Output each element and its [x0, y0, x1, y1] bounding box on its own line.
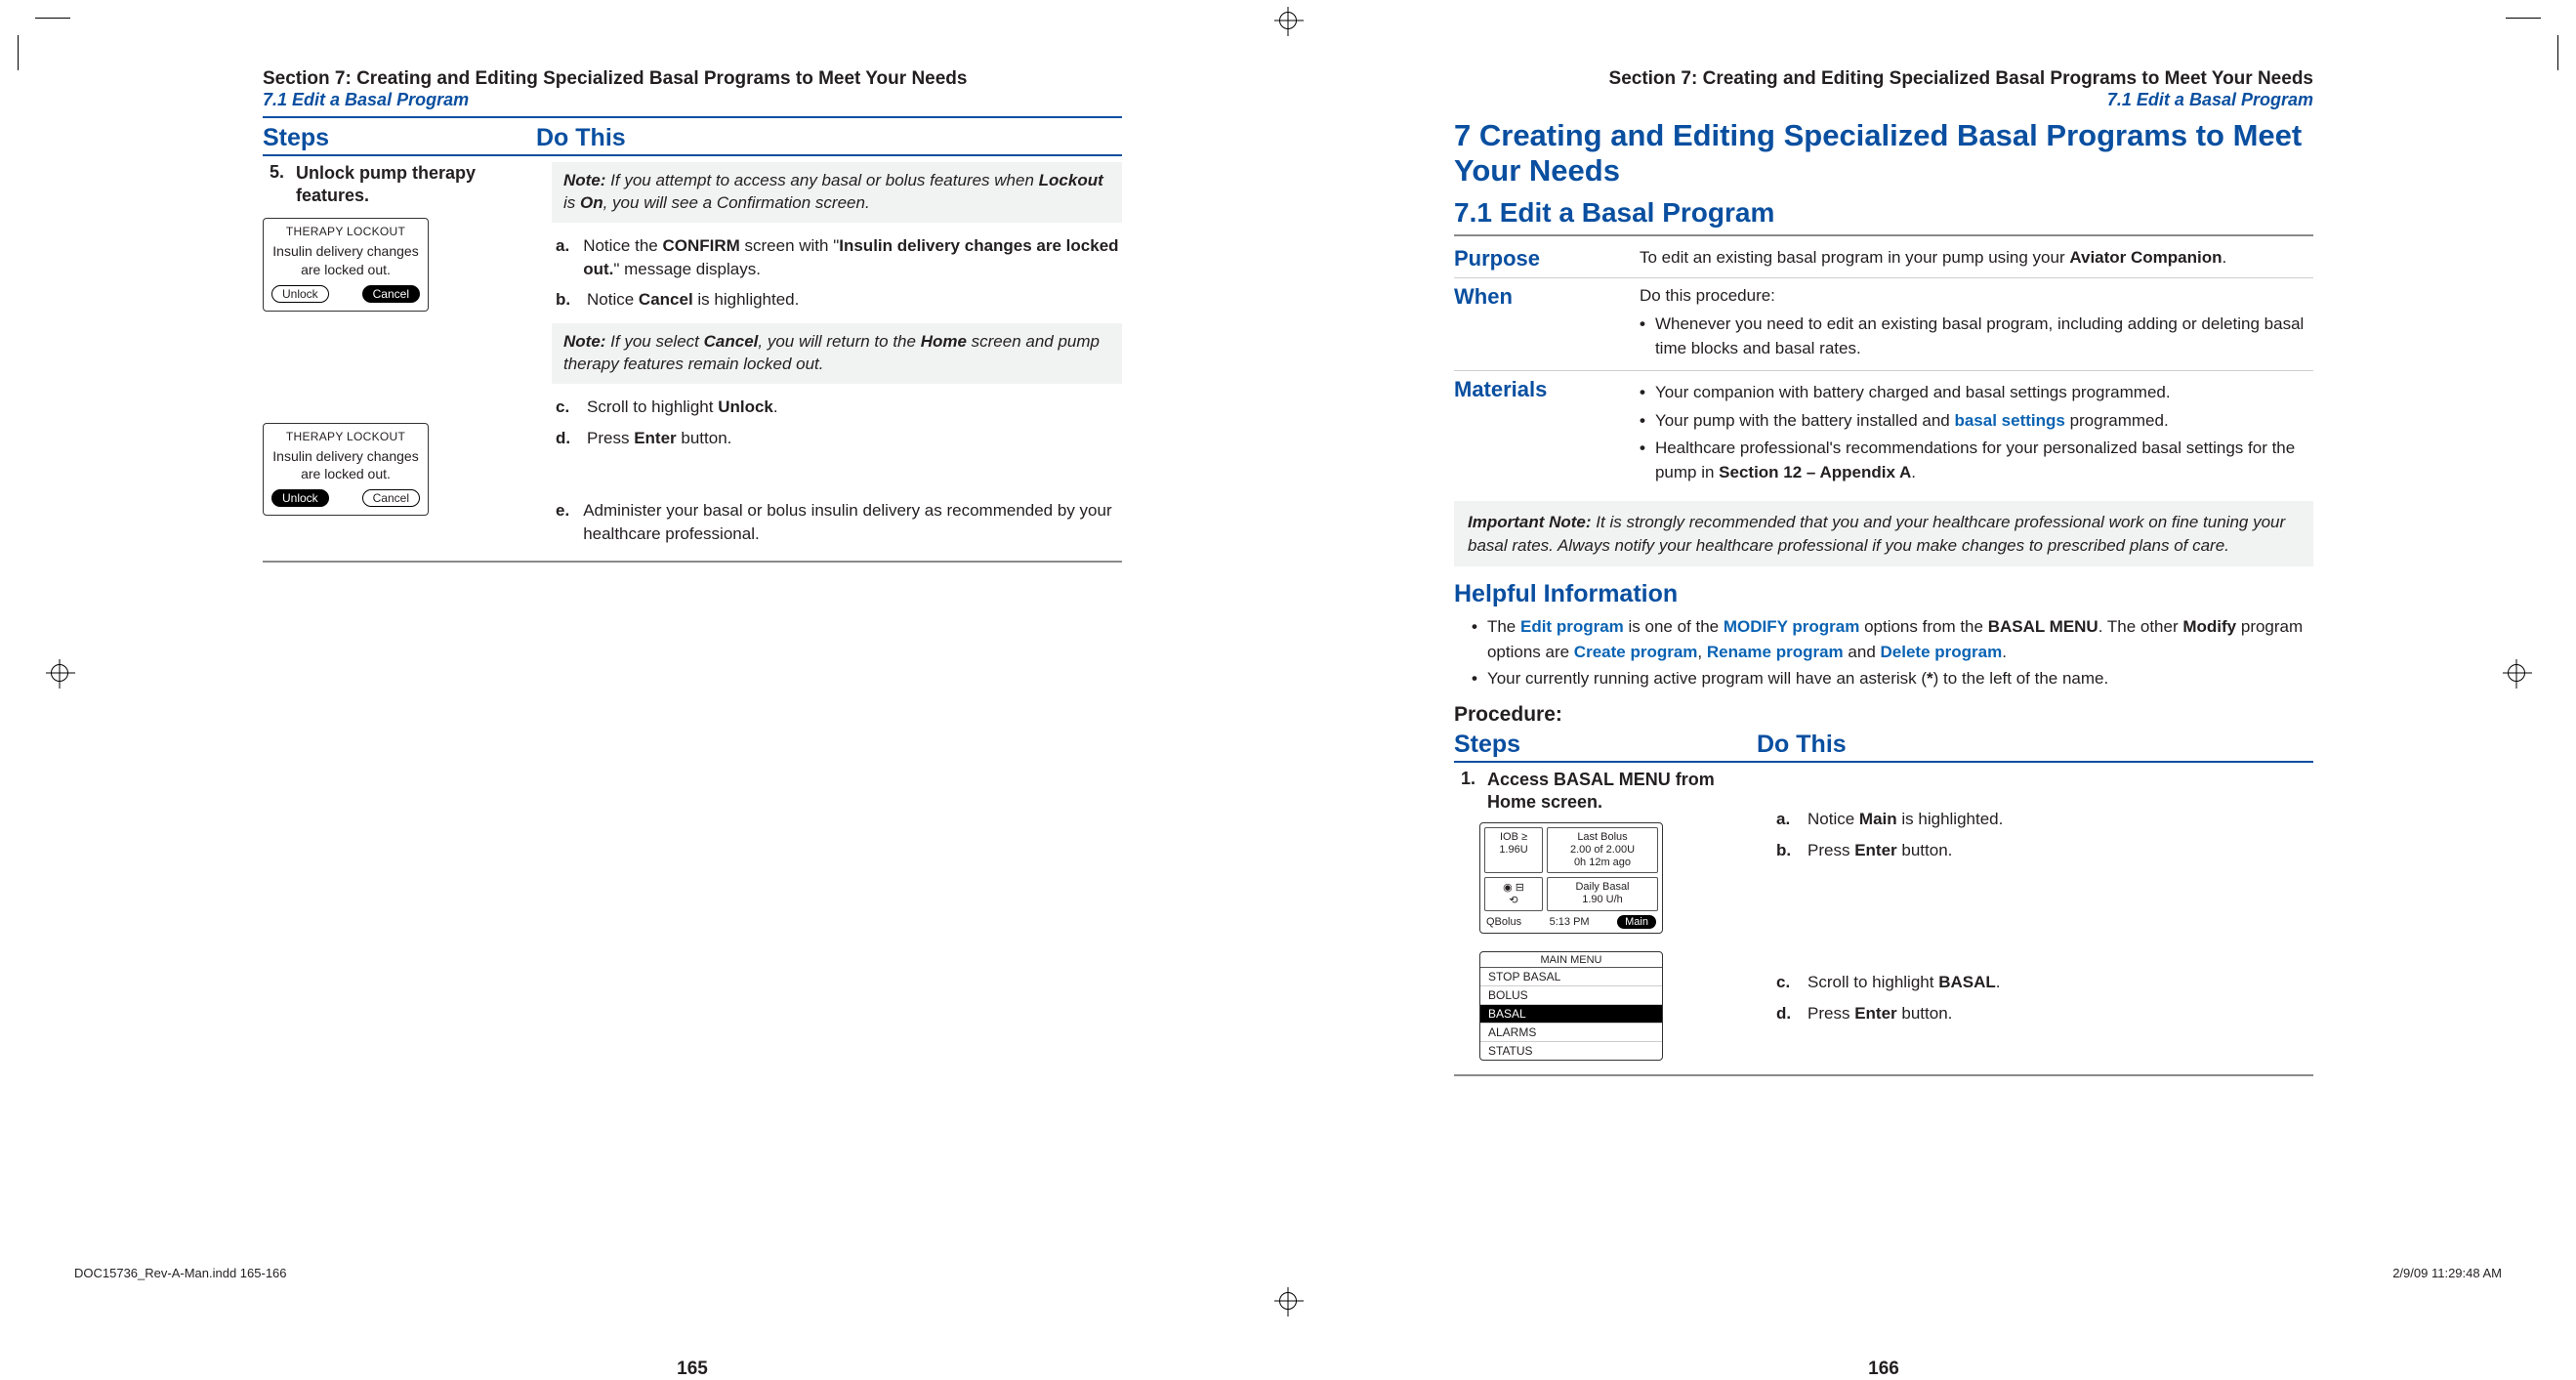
crop-mark [35, 18, 70, 19]
substep-b: b. Notice Cancel is highlighted. [556, 288, 1122, 312]
screen-title: THERAPY LOCKOUT [271, 225, 420, 238]
substep-e: e. Administer your basal or bolus insuli… [556, 499, 1122, 546]
helpful-info-heading: Helpful Information [1454, 580, 2313, 608]
substep-d: d. Press Enter button. [1776, 1002, 2313, 1025]
time-label: 5:13 PM [1550, 916, 1590, 928]
procedure-heading: Procedure: [1454, 703, 2313, 727]
page-166: Section 7: Creating and Editing Speciali… [1356, 68, 2411, 1331]
purpose-row: Purpose To edit an existing basal progra… [1454, 240, 2313, 278]
note-label: Note: [563, 332, 605, 351]
substep-d: d. Press Enter button. [556, 427, 1122, 450]
device-screen-lockout-cancel: THERAPY LOCKOUT Insulin delivery changes… [263, 218, 429, 312]
substep-list: a. Notice the CONFIRM screen with "Insul… [552, 234, 1122, 312]
crop-mark [2557, 35, 2558, 70]
substep-a: a. Notice Main is highlighted. [1776, 808, 2313, 831]
substep-list-ab: a. Notice Main is highlighted. b. Press … [1772, 808, 2313, 862]
section-header: Section 7: Creating and Editing Speciali… [263, 68, 1122, 90]
rule [263, 561, 1122, 563]
materials-value: Your companion with battery charged and … [1640, 377, 2313, 489]
substep-c: c. Scroll to highlight BASAL. [1776, 971, 2313, 994]
when-value: Do this procedure: Whenever you need to … [1640, 284, 2313, 364]
materials-bullet-2: Your pump with the battery installed and… [1640, 409, 2313, 434]
qbolus-label: QBolus [1486, 916, 1521, 928]
crop-mark [2506, 18, 2541, 19]
helpful-item-2: Your currently running active program wi… [1472, 666, 2313, 691]
screen-body: Insulin delivery changes are locked out. [271, 242, 420, 279]
cancel-button: Cancel [362, 285, 420, 303]
registration-mark-right [2508, 664, 2525, 682]
when-row: When Do this procedure: Whenever you nee… [1454, 278, 2313, 371]
note-label: Note: [563, 171, 605, 189]
substep-a: a. Notice the CONFIRM screen with "Insul… [556, 234, 1122, 281]
menu-item-basal: BASAL [1480, 1005, 1662, 1024]
rule [1454, 761, 2313, 763]
substep-b: b. Press Enter button. [1776, 839, 2313, 862]
crop-mark [18, 35, 19, 70]
steps-column-header: Steps [263, 124, 536, 152]
materials-label: Materials [1454, 377, 1640, 489]
steps-column-header: Steps [1454, 731, 1520, 758]
when-label: When [1454, 284, 1640, 364]
purpose-label: Purpose [1454, 246, 1640, 272]
unlock-button: Unlock [271, 285, 329, 303]
page-165: Section 7: Creating and Editing Speciali… [165, 68, 1220, 1331]
info-table: Purpose To edit an existing basal progra… [1454, 240, 2313, 494]
helpful-info-list: The Edit program is one of the MODIFY pr… [1454, 614, 2313, 691]
step-title: Access BASAL MENU from Home screen. [1487, 769, 1727, 815]
materials-bullet-1: Your companion with battery charged and … [1640, 381, 2313, 405]
dothis-column-header: Do This [536, 124, 1122, 152]
rule [1454, 234, 2313, 236]
important-note-label: Important Note: [1468, 513, 1592, 531]
page-number: 165 [165, 1359, 1220, 1380]
spread: Section 7: Creating and Editing Speciali… [0, 0, 2576, 1331]
rule [263, 154, 1122, 156]
materials-bullet-3: Healthcare professional's recommendation… [1640, 437, 2313, 484]
dothis-column-header: Do This [1757, 731, 1847, 758]
note-box-2: Note: If you select Cancel, you will ret… [552, 323, 1122, 384]
device-screen-main-menu: MAIN MENU STOP BASAL BOLUS BASAL ALARMS … [1479, 951, 1663, 1061]
registration-mark-left [51, 664, 68, 682]
step-number: 1. [1454, 769, 1475, 815]
imposition-timestamp: 2/9/09 11:29:48 AM [2392, 1266, 2502, 1280]
section-7-1-heading: 7.1 Edit a Basal Program [1454, 197, 2313, 229]
section-header: Section 7: Creating and Editing Speciali… [1454, 68, 2313, 90]
substep-list-cd: c. Scroll to highlight BASAL. d. Press E… [1772, 971, 2313, 1025]
important-note: Important Note: It is strongly recommend… [1454, 501, 2313, 567]
section-subhead: 7.1 Edit a Basal Program [263, 90, 1122, 110]
substep-list-2: c. Scroll to highlight Unlock. d. Press … [552, 396, 1122, 450]
purpose-value: To edit an existing basal program in you… [1640, 246, 2313, 272]
menu-title: MAIN MENU [1480, 952, 1662, 968]
screen-title: THERAPY LOCKOUT [271, 430, 420, 443]
menu-item-status: STATUS [1480, 1042, 1662, 1060]
device-screen-home: IOB ≥ 1.96U Last Bolus 2.00 of 2.00U 0h … [1479, 822, 1663, 934]
registration-mark-top [1279, 12, 1297, 29]
substep-list-3: e. Administer your basal or bolus insuli… [552, 499, 1122, 546]
registration-mark-bottom [1279, 1292, 1297, 1310]
screen-body: Insulin delivery changes are locked out. [271, 447, 420, 484]
menu-item-stop-basal: STOP BASAL [1480, 968, 1662, 986]
chapter-title: 7 Creating and Editing Specialized Basal… [1454, 118, 2313, 188]
step-title: Unlock pump therapy features. [296, 162, 536, 208]
unlock-button: Unlock [271, 489, 329, 507]
menu-item-alarms: ALARMS [1480, 1024, 1662, 1042]
cancel-button: Cancel [362, 489, 420, 507]
step-number: 5. [263, 162, 284, 208]
when-bullet: Whenever you need to edit an existing ba… [1640, 313, 2313, 360]
helpful-item-1: The Edit program is one of the MODIFY pr… [1472, 614, 2313, 664]
substep-c: c. Scroll to highlight Unlock. [556, 396, 1122, 419]
device-screen-lockout-unlock: THERAPY LOCKOUT Insulin delivery changes… [263, 423, 429, 517]
imposition-file: DOC15736_Rev-A-Man.indd 165-166 [74, 1266, 287, 1280]
note-box-1: Note: If you attempt to access any basal… [552, 162, 1122, 223]
rule [263, 116, 1122, 118]
menu-item-bolus: BOLUS [1480, 986, 1662, 1005]
page-number: 166 [1356, 1359, 2411, 1380]
materials-row: Materials Your companion with battery ch… [1454, 371, 2313, 495]
main-pill: Main [1617, 915, 1656, 929]
section-subhead: 7.1 Edit a Basal Program [1454, 90, 2313, 110]
rule [1454, 1074, 2313, 1076]
